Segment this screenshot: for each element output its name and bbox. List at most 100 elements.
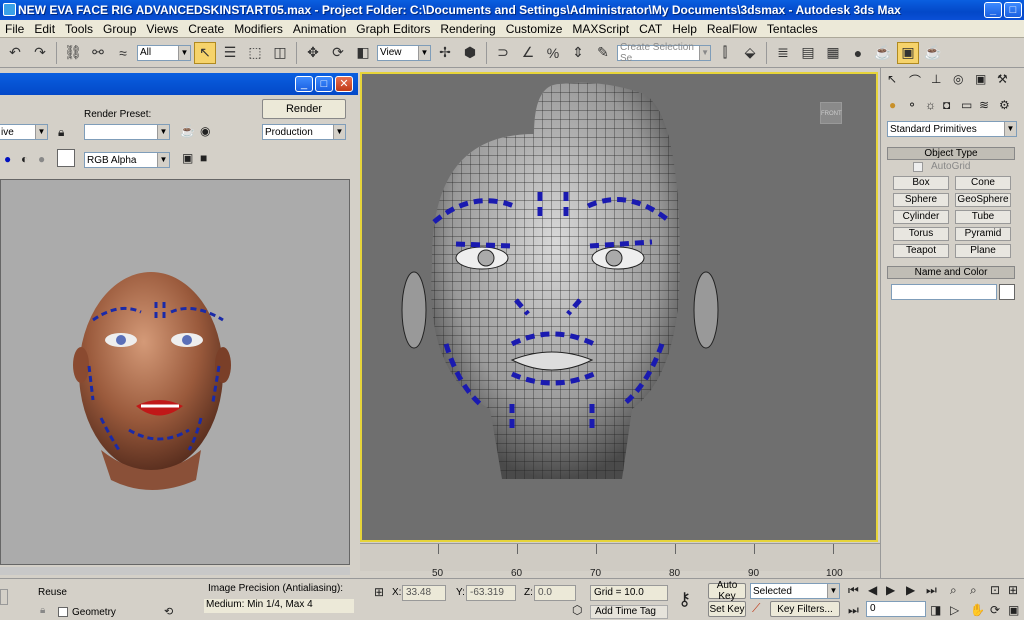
schematic-view-icon[interactable]: ▦ — [822, 42, 844, 64]
menu-realflow[interactable]: RealFlow — [702, 22, 762, 36]
render-window-minimize[interactable]: _ — [295, 76, 313, 92]
plane-button[interactable]: Plane — [955, 244, 1011, 258]
lock-icon[interactable]: 🔒︎ — [58, 125, 64, 140]
menu-create[interactable]: Create — [183, 22, 229, 36]
spinner-snap-icon[interactable]: ⇕ — [567, 42, 589, 64]
render-preset-dropdown[interactable]: ▼ — [84, 124, 170, 140]
menu-tools[interactable]: Tools — [60, 22, 98, 36]
render-window-maximize[interactable]: □ — [315, 76, 333, 92]
menu-customize[interactable]: Customize — [501, 22, 568, 36]
auto-key-button[interactable]: Auto Key — [708, 580, 746, 602]
torus-button[interactable]: Torus — [893, 227, 949, 241]
snap-icon[interactable]: ⊃ — [492, 42, 514, 64]
preset-save-icon[interactable]: ◉ — [200, 124, 210, 138]
y-coordinate-field[interactable]: -63.319 — [466, 585, 516, 601]
key-mode-toggle-icon[interactable]: ⏭ — [848, 603, 859, 618]
selection-set-dropdown[interactable]: Selected ▼ — [750, 583, 840, 599]
spacewarps-category-icon[interactable]: ≋ — [979, 98, 989, 112]
reuse-refresh-icon[interactable]: ⟲ — [164, 605, 173, 618]
menu-edit[interactable]: Edit — [29, 22, 60, 36]
cone-button[interactable]: Cone — [955, 176, 1011, 190]
pan-view-icon[interactable]: ✋ — [970, 603, 985, 617]
shapes-category-icon[interactable]: ⚬ — [907, 98, 917, 112]
edit-named-selection-icon[interactable]: ✎ — [592, 42, 614, 64]
color-swatch[interactable] — [57, 149, 75, 167]
time-configuration-icon[interactable]: ◨ — [930, 603, 941, 617]
selection-filter-dropdown[interactable]: All ▼ — [137, 44, 191, 61]
material-editor-icon[interactable]: ● — [847, 42, 869, 64]
curve-editor-icon[interactable]: ▤ — [797, 42, 819, 64]
motion-tab-icon[interactable]: ◎ — [953, 72, 963, 86]
alpha-channel-icon[interactable]: ◐ — [21, 152, 28, 166]
pivot-center-icon[interactable]: ✢ — [434, 42, 456, 64]
menu-views[interactable]: Views — [141, 22, 183, 36]
angle-snap-icon[interactable]: ∠ — [517, 42, 539, 64]
play-icon[interactable]: ▶ — [886, 583, 895, 597]
absolute-mode-icon[interactable]: ⊞ — [374, 585, 384, 599]
menu-graph-editors[interactable]: Graph Editors — [351, 22, 435, 36]
image-precision-value[interactable]: Medium: Min 1/4, Max 4 — [204, 599, 354, 613]
select-object-icon[interactable]: ↖ — [194, 41, 216, 64]
menu-file[interactable]: File — [0, 22, 29, 36]
zoom-icon[interactable]: ⌕ — [950, 583, 957, 598]
layer-manager-icon[interactable]: ≣ — [772, 42, 794, 64]
key-filters-button[interactable]: Key Filters... — [770, 601, 840, 617]
menu-group[interactable]: Group — [98, 22, 141, 36]
bind-spacewarp-icon[interactable]: ≈ — [112, 42, 134, 64]
lights-category-icon[interactable]: ☼ — [925, 98, 936, 112]
orbit-icon[interactable]: ⟳ — [990, 603, 1000, 617]
tube-button[interactable]: Tube — [955, 210, 1011, 224]
menu-tentacles[interactable]: Tentacles — [762, 22, 823, 36]
render-window-close[interactable]: ✕ — [335, 76, 353, 92]
render-button[interactable]: Render — [262, 99, 346, 119]
timeline-ruler[interactable]: 50 60 70 80 90 100 — [360, 543, 880, 579]
production-dropdown[interactable]: Production ▼ — [262, 124, 346, 140]
render-area-scrollbar[interactable] — [0, 567, 350, 575]
systems-category-icon[interactable]: ⚙ — [999, 98, 1010, 112]
object-color-swatch[interactable] — [999, 284, 1015, 300]
helpers-category-icon[interactable]: ▭ — [961, 98, 972, 112]
cylinder-button[interactable]: Cylinder — [893, 210, 949, 224]
object-type-rollout[interactable]: Object Type — [887, 147, 1015, 160]
preset-load-icon[interactable]: ☕ — [180, 124, 195, 138]
minilistener[interactable] — [0, 589, 8, 605]
named-selection-set-field[interactable]: Create Selection Se ▼ — [617, 42, 711, 64]
select-by-name-icon[interactable]: ☰ — [219, 42, 241, 64]
current-frame-field[interactable]: 0 — [866, 601, 926, 617]
mono-channel-icon[interactable]: ● — [38, 152, 45, 166]
field-of-view-icon[interactable]: ▷ — [950, 603, 959, 617]
utilities-tab-icon[interactable]: ⚒ — [997, 72, 1008, 86]
area-to-render-dropdown[interactable]: ive ▼ — [0, 124, 48, 140]
unlink-icon[interactable]: ⚯ — [87, 42, 109, 64]
x-coordinate-field[interactable]: 33.48 — [402, 585, 446, 601]
geometry-checkbox[interactable] — [58, 607, 68, 617]
rendered-frame-window-icon[interactable]: ▣ — [897, 41, 919, 64]
sphere-button[interactable]: Sphere — [893, 193, 949, 207]
hierarchy-tab-icon[interactable]: ⊥ — [931, 72, 941, 86]
redo-icon[interactable]: ↷ — [29, 42, 51, 64]
toggle-ui-overlay-icon[interactable]: ▣ — [182, 151, 193, 165]
previous-frame-icon[interactable]: ◀ — [868, 583, 877, 597]
menu-cat[interactable]: CAT — [634, 22, 667, 36]
menu-help[interactable]: Help — [667, 22, 702, 36]
next-frame-icon[interactable]: ▶ — [906, 583, 915, 597]
blue-channel-icon[interactable]: ● — [4, 152, 11, 166]
name-and-color-rollout[interactable]: Name and Color — [887, 266, 1015, 279]
zoom-all-icon[interactable]: ⌕ — [970, 583, 977, 598]
quick-render-icon[interactable]: ☕ — [922, 42, 944, 64]
zoom-extents-icon[interactable]: ⊡ — [990, 583, 1000, 597]
create-tab-icon[interactable]: ↖ — [887, 72, 897, 86]
menu-rendering[interactable]: Rendering — [435, 22, 500, 36]
teapot-button[interactable]: Teapot — [893, 244, 949, 258]
select-link-icon[interactable]: ⛓ — [62, 42, 84, 64]
object-name-field[interactable] — [891, 284, 997, 300]
scale-icon[interactable]: ◧ — [352, 42, 374, 64]
align-icon[interactable]: ⬙ — [739, 42, 761, 64]
set-key-key-icon[interactable]: ⚷ — [678, 589, 691, 610]
maximize-viewport-icon[interactable]: ▣ — [1008, 603, 1019, 617]
toggle-ui-icon[interactable]: ■ — [200, 151, 207, 165]
rect-selection-icon[interactable]: ⬚ — [244, 42, 266, 64]
go-to-start-icon[interactable]: ⏮ — [848, 583, 859, 598]
display-tab-icon[interactable]: ▣ — [975, 72, 986, 86]
key-mode-icon[interactable]: ⟋ — [752, 601, 760, 616]
